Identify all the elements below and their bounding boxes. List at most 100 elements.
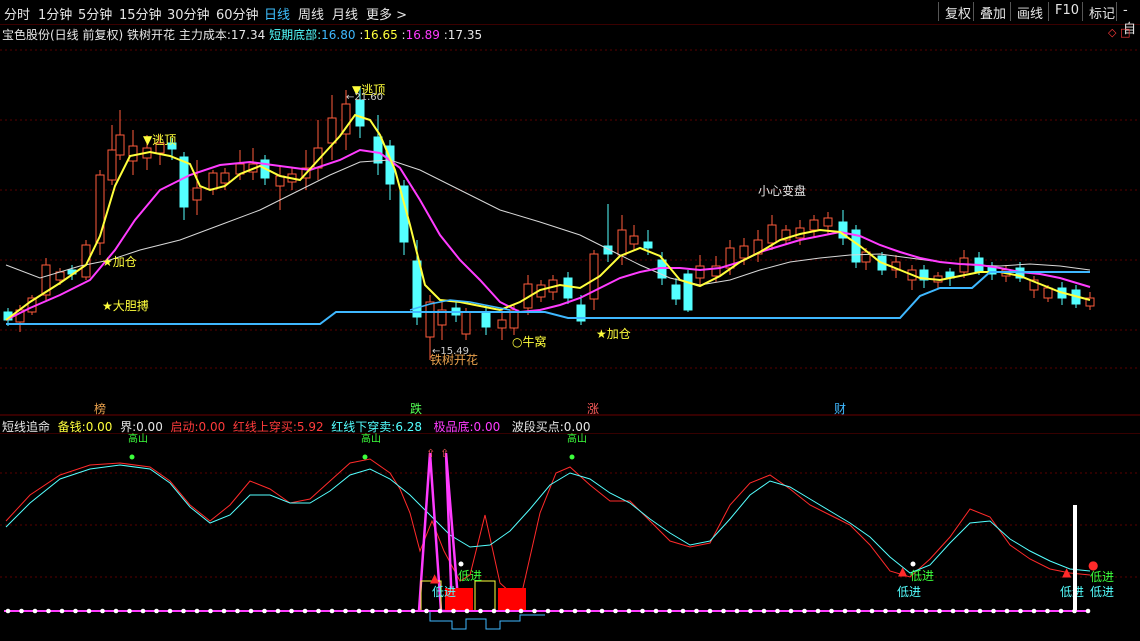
low-entry-label-3: 低进: [910, 569, 934, 583]
high-price-label: ←21.60: [346, 92, 383, 103]
gaoshan-label-2: 高山: [361, 433, 381, 445]
baseline-dot: [1085, 608, 1091, 614]
baseline-dot: [410, 608, 416, 614]
tab-monthly[interactable]: 月线: [332, 4, 358, 23]
baseline-dot: [937, 608, 942, 614]
baseline-dot: [869, 608, 875, 614]
low-entry-label-6: 低进: [1060, 585, 1084, 599]
corner-icons[interactable]: ◇ □: [1108, 26, 1130, 39]
baseline-dot: [127, 608, 132, 614]
baseline-dot: [113, 608, 119, 614]
tab-weekly[interactable]: 周线: [298, 4, 324, 23]
baseline-dot: [73, 608, 78, 614]
tab-30min[interactable]: 30分钟: [167, 4, 210, 23]
red-marker-1: ▲: [430, 571, 440, 585]
baseline-dot: [545, 608, 551, 614]
baseline-dot: [1004, 608, 1010, 614]
down-cross-value: 6.28: [395, 420, 423, 434]
baseline-dot: [775, 608, 780, 614]
baseline-dot: [1018, 608, 1023, 614]
red-block-2: [498, 588, 526, 611]
baseline-dot: [397, 608, 402, 614]
baseline-dot: [721, 608, 726, 614]
baseline-dot: [289, 608, 294, 614]
indicator-title: 短线追命: [2, 420, 51, 434]
baseline-dot: [1031, 608, 1037, 614]
baseline-dot: [248, 608, 254, 614]
baseline-dot: [667, 608, 672, 614]
add-position-label-2: ★加仓: [596, 327, 631, 341]
baseline-dot: [950, 608, 956, 614]
baseline-dot: [802, 608, 807, 614]
jie-value: 0.00: [136, 420, 163, 434]
overlay-button[interactable]: 叠加: [973, 2, 1012, 22]
baseline-dot: [154, 608, 159, 614]
baseline-dot: [505, 608, 510, 614]
beiqian-value: 0.00: [85, 420, 113, 434]
baseline-dot: [761, 608, 767, 614]
baseline-dot: [707, 608, 713, 614]
self-button[interactable]: -自: [1116, 2, 1140, 37]
tab-daily[interactable]: 日线: [264, 4, 290, 23]
baseline-dot: [991, 608, 996, 614]
tab-5min[interactable]: 5分钟: [78, 4, 112, 23]
baseline-dot: [680, 608, 686, 614]
low-entry-label-7: 低进: [1090, 585, 1114, 599]
cyan-oscillator-line: [5, 464, 1091, 574]
tab-more[interactable]: 更多 >: [366, 4, 407, 23]
baseline-dot: [86, 608, 92, 614]
f10-button[interactable]: F10: [1048, 2, 1085, 21]
baseline-dot: [586, 608, 591, 614]
baseline-dot: [640, 608, 645, 614]
baseline-dot: [829, 608, 834, 614]
baseline-dot: [815, 608, 821, 614]
gaoshan-label-1: 高山: [128, 433, 148, 445]
baseline-dot: [370, 608, 375, 614]
baseline-dot: [910, 608, 915, 614]
tab-1min[interactable]: 1分钟: [38, 4, 72, 23]
tab-60min[interactable]: 60分钟: [216, 4, 259, 23]
draw-line-button[interactable]: 画线: [1010, 2, 1049, 22]
baseline-dot: [964, 608, 969, 614]
jp-value: 0.00: [473, 420, 501, 434]
grid: [0, 49, 1140, 369]
peak-dot-3: [569, 454, 575, 460]
blue-steps: [429, 611, 545, 630]
band-label-3: 涨: [587, 401, 599, 416]
qidong-value: 0.00: [198, 420, 226, 434]
ma-white-line: [5, 159, 1091, 286]
baseline-dot: [977, 608, 983, 614]
baseline-dot: [478, 608, 483, 614]
baseline-dot: [262, 608, 267, 614]
baseline-dot: [316, 608, 321, 614]
baseline-dot: [896, 608, 902, 614]
baseline-dot: [208, 608, 213, 614]
baseline-dot: [491, 608, 497, 614]
jp-label: 极品底:: [433, 420, 474, 434]
low-entry-label-1: 低进: [458, 569, 482, 583]
up-cross-value: 5.92: [296, 420, 324, 434]
indicator-chart: ⇧ ⇧ 高山 高山 高山 ▲ ▲ ▲ ● 低进 低进 低进 低进 低进 低进 低…: [0, 433, 1140, 630]
bd-value: 0.00: [563, 420, 591, 434]
baseline-dot: [167, 608, 173, 614]
baseline-dot: [532, 608, 537, 614]
tab-fenshi[interactable]: 分时: [4, 4, 30, 23]
baseline-dot: [694, 608, 699, 614]
restore-rights-button[interactable]: 复权: [938, 2, 977, 22]
up-arrow-icon-1: ⇧: [426, 447, 435, 460]
candles: [3, 88, 1095, 360]
baseline-dot: [1072, 608, 1077, 614]
baseline-dot: [842, 608, 848, 614]
tab-15min[interactable]: 15分钟: [119, 4, 162, 23]
baseline-dot: [1045, 608, 1050, 614]
peak-dot-1: [129, 454, 135, 460]
baseline-dot: [626, 608, 632, 614]
baseline-dot: [235, 608, 240, 614]
baseline-dots: [5, 608, 1091, 614]
baseline-dot: [923, 608, 929, 614]
baseline-dot: [856, 608, 861, 614]
up-arrow-icon-2: ⇧: [440, 447, 449, 460]
gaoshan-label-3: 高山: [567, 433, 587, 445]
yellow-box-2: [474, 580, 496, 612]
baseline-dot: [572, 608, 578, 614]
